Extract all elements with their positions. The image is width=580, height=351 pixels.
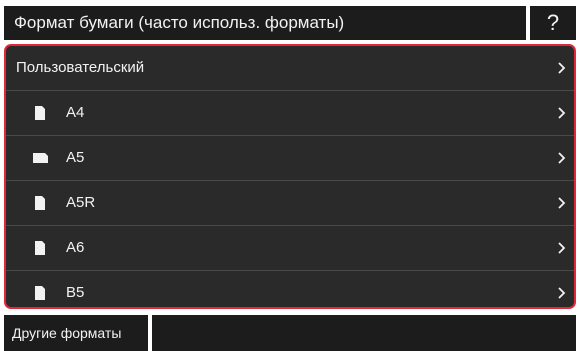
- list-item-a5[interactable]: A5: [6, 136, 574, 181]
- page-title: Формат бумаги (часто использ. форматы): [4, 6, 526, 40]
- chevron-right-icon: [556, 271, 568, 307]
- bottom-bar-filler: [152, 315, 576, 351]
- list-item-label: A5: [66, 149, 85, 166]
- paper-size-screen: Формат бумаги (часто использ. форматы) ?…: [0, 0, 580, 351]
- list-item-label: A4: [66, 104, 85, 121]
- paper-size-list: Пользовательский A4 A5 A5R A6 B5: [4, 44, 576, 309]
- chevron-right-icon: [556, 136, 568, 180]
- chevron-right-icon: [556, 91, 568, 135]
- list-item-a6[interactable]: A6: [6, 226, 574, 271]
- portrait-paper-icon: [32, 226, 58, 270]
- list-item-custom[interactable]: Пользовательский: [6, 46, 574, 91]
- list-item-a5r[interactable]: A5R: [6, 181, 574, 226]
- chevron-right-icon: [556, 46, 568, 90]
- portrait-paper-icon: [32, 181, 58, 225]
- portrait-paper-icon: [32, 271, 58, 307]
- other-formats-button[interactable]: Другие форматы: [4, 315, 148, 351]
- portrait-paper-icon: [32, 91, 58, 135]
- list-item-label: Пользовательский: [16, 59, 145, 76]
- landscape-paper-icon: [32, 136, 58, 180]
- chevron-right-icon: [556, 226, 568, 270]
- list-item-label: B5: [66, 284, 85, 301]
- list-item-b5[interactable]: B5: [6, 271, 574, 307]
- chevron-right-icon: [556, 181, 568, 225]
- bottom-bar: Другие форматы: [0, 313, 580, 351]
- list-item-label: A6: [66, 239, 85, 256]
- help-button[interactable]: ?: [530, 6, 576, 40]
- list-item-a4[interactable]: A4: [6, 91, 574, 136]
- top-bar: Формат бумаги (часто использ. форматы) ?: [0, 0, 580, 40]
- list-item-label: A5R: [66, 194, 96, 211]
